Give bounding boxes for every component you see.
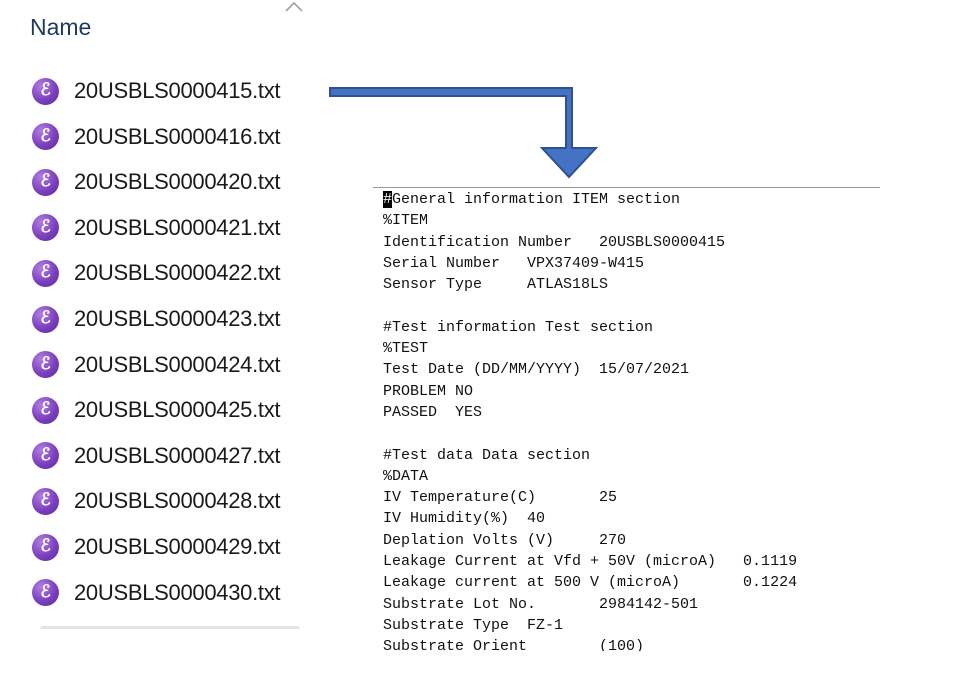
file-row[interactable]: ℰ 20USBLS0000429.txt [32, 529, 332, 565]
file-row[interactable]: ℰ 20USBLS0000427.txt [32, 438, 332, 474]
file-name: 20USBLS0000421.txt [74, 214, 281, 240]
document-line: Substrate Type FZ-1 [383, 616, 564, 634]
file-row[interactable]: ℰ 20USBLS0000421.txt [32, 210, 332, 246]
document-line: PASSED YES [383, 403, 483, 421]
document-line: Substrate Orient (100) [383, 638, 645, 651]
document-line: Test Date (DD/MM/YYYY) 15/07/2021 [383, 361, 690, 379]
document-line: #Test information Test section [383, 318, 654, 336]
document-line: IV Temperature(C) 25 [383, 489, 618, 507]
emacs-icon: ℰ [32, 77, 59, 105]
file-name: 20USBLS0000424.txt [74, 351, 281, 377]
chevron-up-icon[interactable] [284, 0, 304, 14]
file-row[interactable]: ℰ 20USBLS0000428.txt [32, 483, 332, 519]
emacs-icon: ℰ [32, 351, 59, 379]
emacs-icon: ℰ [32, 214, 59, 242]
document-line: Leakage Current at Vfd + 50V (microA) 0.… [383, 553, 798, 571]
emacs-icon: ℰ [32, 396, 59, 424]
document-line: %DATA [383, 467, 429, 485]
document-line: %ITEM [383, 212, 429, 230]
emacs-icon: ℰ [32, 168, 59, 196]
clipped-next-row [40, 626, 300, 635]
file-name: 20USBLS0000416.txt [74, 123, 281, 149]
emacs-icon: ℰ [32, 487, 59, 515]
document-line: #General information ITEM section [383, 191, 681, 208]
file-name: 20USBLS0000430.txt [74, 579, 281, 605]
elbow-arrow-icon [329, 87, 599, 179]
file-row[interactable]: ℰ 20USBLS0000425.txt [32, 392, 332, 428]
document-top-border [373, 187, 880, 188]
emacs-icon: ℰ [32, 442, 59, 470]
document-line: Substrate Lot No. 2984142-501 [383, 595, 699, 613]
emacs-icon: ℰ [32, 305, 59, 333]
file-name: 20USBLS0000429.txt [74, 534, 281, 559]
document-line: Deplation Volts (V) 270 [383, 531, 627, 549]
file-name: 20USBLS0000422.txt [74, 260, 281, 286]
file-row[interactable]: ℰ 20USBLS0000430.txt [32, 575, 332, 611]
document-line: #Test data Data section [383, 446, 591, 464]
file-name: 20USBLS0000427.txt [74, 442, 281, 468]
document-line: PROBLEM NO [383, 382, 474, 400]
file-name: 20USBLS0000415.txt [74, 78, 281, 103]
text-cursor: # [383, 191, 393, 208]
file-name: 20USBLS0000420.txt [74, 169, 281, 195]
file-row[interactable]: ℰ 20USBLS0000423.txt [32, 301, 332, 337]
file-row[interactable]: ℰ 20USBLS0000424.txt [32, 347, 332, 383]
document-line: Leakage current at 500 V (microA) 0.1224 [383, 574, 798, 592]
emacs-icon: ℰ [32, 579, 59, 607]
document-line: %TEST [383, 340, 429, 358]
document-line: IV Humidity(%) 40 [383, 510, 546, 528]
file-row[interactable]: ℰ 20USBLS0000415.txt [32, 73, 332, 109]
document-line: Serial Number VPX37409-W415 [383, 254, 645, 272]
emacs-icon: ℰ [32, 259, 59, 287]
document-line: Identification Number 20USBLS0000415 [383, 233, 726, 251]
text-document[interactable]: #General information ITEM section %ITEM … [383, 189, 943, 651]
file-row[interactable]: ℰ 20USBLS0000422.txt [32, 255, 332, 291]
column-header-name[interactable]: Name [30, 14, 91, 41]
file-name: 20USBLS0000428.txt [74, 488, 281, 514]
file-name: 20USBLS0000425.txt [74, 397, 281, 423]
file-row[interactable]: ℰ 20USBLS0000416.txt [32, 119, 332, 155]
emacs-icon: ℰ [32, 533, 59, 561]
emacs-icon: ℰ [32, 123, 59, 151]
document-line: Sensor Type ATLAS18LS [383, 276, 609, 294]
file-name: 20USBLS0000423.txt [74, 306, 281, 331]
file-row[interactable]: ℰ 20USBLS0000420.txt [32, 164, 332, 200]
